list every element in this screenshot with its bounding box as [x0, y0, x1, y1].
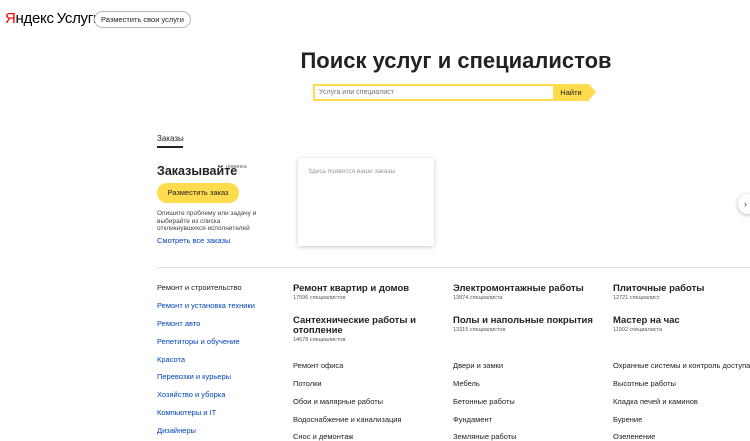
sidebar-item-designers[interactable]: Дизайнеры [157, 426, 196, 435]
tab-orders[interactable]: Заказы [157, 134, 184, 143]
new-badge: новинка [226, 164, 247, 170]
subcategory-link[interactable]: Водоснабжение и канализация [293, 415, 402, 424]
sidebar-item-repair[interactable]: Ремонт и строительство [157, 283, 242, 292]
subcategory-link[interactable]: Озеленение [613, 432, 655, 441]
subcategory-link[interactable]: Мебель [453, 379, 480, 388]
group-title[interactable]: Плиточные работы [613, 283, 704, 294]
subcategory-link[interactable]: Ремонт офиса [293, 361, 343, 370]
place-order-button[interactable]: Разместить заказ [157, 183, 239, 203]
subcategory-link[interactable]: Земляные работы [453, 432, 517, 441]
sidebar-item-household[interactable]: Хозяйство и уборка [157, 390, 225, 399]
group-count: 13874 специалиста [453, 295, 503, 301]
logo-letter: Я [5, 10, 16, 27]
group-title[interactable]: Электромонтажные работы [453, 283, 584, 294]
subcategory-link[interactable]: Охранные системы и контроль доступа [613, 361, 750, 370]
search-bar: Найти [313, 84, 596, 101]
search-input[interactable] [313, 84, 557, 101]
sidebar-item-appliance-repair[interactable]: Ремонт и установка техники [157, 301, 255, 310]
subcategory-link[interactable]: Двери и замки [453, 361, 503, 370]
subcategory-link[interactable]: Обои и малярные работы [293, 397, 383, 406]
subcategory-link[interactable]: Бетонные работы [453, 397, 515, 406]
sidebar-item-auto-repair[interactable]: Ремонт авто [157, 319, 200, 328]
logo-brand: ндекс [15, 10, 54, 27]
subcategory-link[interactable]: Высотные работы [613, 379, 676, 388]
chevron-right-icon[interactable]: › [738, 194, 750, 214]
group-count: 14678 специалистов [293, 337, 346, 343]
sidebar-item-computers[interactable]: Компьютеры и IT [157, 408, 216, 417]
tab-orders-underline [157, 146, 183, 148]
search-button[interactable]: Найти [553, 84, 589, 101]
sidebar-item-beauty[interactable]: Красота [157, 355, 185, 364]
orders-card: Здесь появятся ваши заказы [298, 158, 434, 246]
group-title[interactable]: Полы и напольные покрытия [453, 315, 593, 326]
group-count: 11902 специалиста [613, 327, 663, 333]
group-count: 12721 специалист [613, 295, 660, 301]
orders-description: Опишите проблему или задачу и выбирайте … [157, 210, 257, 232]
group-title[interactable]: Мастер на час [613, 315, 680, 326]
yandex-services-logo[interactable]: Яндекс Услуги [5, 10, 101, 27]
search-button-arrow[interactable] [589, 84, 596, 100]
orders-empty-text: Здесь появятся ваши заказы [308, 168, 396, 175]
sidebar-item-tutors[interactable]: Репетиторы и обучение [157, 337, 240, 346]
group-count: 13315 специалистов [453, 327, 506, 333]
group-count: 17596 специалистов [293, 295, 346, 301]
subcategory-link[interactable]: Снос и демонтаж [293, 432, 353, 441]
group-title[interactable]: Ремонт квартир и домов [293, 283, 409, 294]
subcategory-link[interactable]: Бурение [613, 415, 642, 424]
group-title[interactable]: отопление [293, 325, 343, 336]
sidebar-item-transport[interactable]: Перевозки и курьеры [157, 372, 231, 381]
subcategory-link[interactable]: Потолки [293, 379, 322, 388]
subcategory-link[interactable]: Фундамент [453, 415, 492, 424]
page-title: Поиск услуг и специалистов [300, 48, 612, 73]
subcategory-link[interactable]: Кладка печей и каминов [613, 397, 698, 406]
offer-services-button[interactable]: Разместить свои услуги [94, 11, 191, 28]
see-all-orders-link[interactable]: Смотреть все заказы [157, 236, 230, 245]
section-divider [157, 267, 750, 268]
